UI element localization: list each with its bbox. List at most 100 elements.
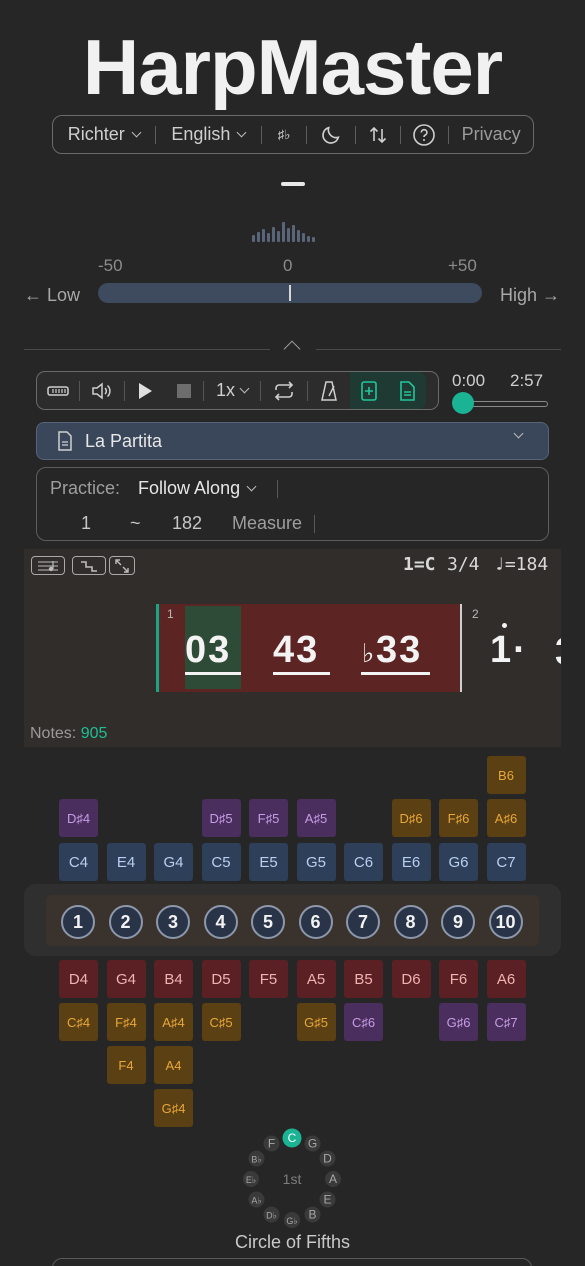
draw-bend-key[interactable]: C♯7 xyxy=(486,1003,526,1041)
draw-note-key[interactable]: D6 xyxy=(391,960,431,998)
privacy-link[interactable]: Privacy xyxy=(449,116,533,153)
current-time: 0:00 xyxy=(452,371,486,390)
draw-note-key[interactable]: B5 xyxy=(344,960,383,998)
language-label: English xyxy=(171,124,231,144)
repeat-icon xyxy=(274,380,294,401)
range-from-input[interactable]: 1 xyxy=(81,513,91,534)
cof-key[interactable]: A xyxy=(329,1172,337,1186)
harmonica-view-button[interactable] xyxy=(37,372,79,409)
blow-note-key[interactable]: C7 xyxy=(486,843,526,881)
draw-note-key[interactable]: A5 xyxy=(296,960,336,998)
blow-bend-key[interactable]: F♯6 xyxy=(439,799,478,837)
cof-key[interactable]: F xyxy=(268,1136,275,1150)
notes-file-button[interactable] xyxy=(388,372,426,409)
draw-note-key[interactable]: A6 xyxy=(486,960,526,998)
blow-note-key[interactable]: G6 xyxy=(439,843,478,881)
volume-button[interactable] xyxy=(80,372,124,409)
hole-button[interactable]: 7 xyxy=(346,905,380,939)
notation-toggle-button[interactable] xyxy=(31,556,65,575)
fullscreen-button[interactable] xyxy=(109,556,135,575)
blow-note-key[interactable]: E6 xyxy=(391,843,431,881)
add-score-button[interactable] xyxy=(350,372,388,409)
draw-bend-key[interactable]: F4 xyxy=(106,1046,146,1084)
draw-bend-key[interactable]: A4 xyxy=(154,1046,193,1084)
cof-key[interactable]: D xyxy=(323,1152,332,1166)
range-to-input[interactable]: 182 xyxy=(172,513,202,534)
hole-button[interactable]: 8 xyxy=(393,905,428,939)
stop-button[interactable] xyxy=(165,372,203,409)
chevron-down-icon xyxy=(236,127,247,137)
song-select[interactable]: La Partita xyxy=(36,422,549,460)
total-time: 2:57 xyxy=(510,371,544,390)
draw-note-key[interactable]: F6 xyxy=(439,960,478,998)
language-select[interactable]: English xyxy=(156,116,262,153)
sharp-flat-icon: ♯♭ xyxy=(277,126,291,142)
blow-bend-key[interactable]: A♯5 xyxy=(296,799,336,837)
draw-bend-key[interactable]: C♯6 xyxy=(344,1003,383,1041)
cof-key[interactable]: G xyxy=(308,1136,317,1150)
practice-mode-select[interactable]: Follow Along xyxy=(138,478,257,499)
step-view-button[interactable] xyxy=(72,556,106,575)
metronome-button[interactable] xyxy=(308,372,350,409)
hole-button[interactable]: 2 xyxy=(108,905,143,939)
cof-key[interactable]: C xyxy=(288,1131,297,1145)
blow-bend-key[interactable]: D♯4 xyxy=(59,799,98,837)
score-note[interactable]: 03 xyxy=(185,629,231,672)
draw-note-key[interactable]: D5 xyxy=(201,960,241,998)
cof-key[interactable]: E♭ xyxy=(246,1175,256,1185)
hole-button[interactable]: 10 xyxy=(488,905,523,939)
cof-key[interactable]: G♭ xyxy=(286,1216,297,1226)
draw-note-key[interactable]: D4 xyxy=(59,960,98,998)
cof-key[interactable]: B♭ xyxy=(251,1155,261,1165)
accidental-toggle-button[interactable]: ♯♭ xyxy=(262,116,306,153)
help-button[interactable] xyxy=(401,116,449,153)
blow-bend-key[interactable]: D♯5 xyxy=(201,799,241,837)
score-note[interactable]: 43 xyxy=(273,629,319,672)
blow-note-key[interactable]: C5 xyxy=(201,843,241,881)
hole-button[interactable]: 1 xyxy=(61,905,95,939)
hole-button[interactable]: 6 xyxy=(298,905,333,939)
next-note[interactable]: 1· xyxy=(490,629,528,672)
blow-note-key[interactable]: G4 xyxy=(154,843,193,881)
tuner-low-label: ← Low xyxy=(24,285,81,305)
draw-note-key[interactable]: G4 xyxy=(106,960,146,998)
blow-bend-key[interactable]: A♯6 xyxy=(486,799,526,837)
circle-of-fifths[interactable]: 1st C GDAEB G♭ D♭ A♭ E♭ B♭ F xyxy=(242,1126,342,1230)
blow-note-key[interactable]: E4 xyxy=(106,843,146,881)
hole-button[interactable]: 3 xyxy=(156,905,190,939)
chevron-up-icon[interactable] xyxy=(283,340,301,358)
blow-note-key[interactable]: C6 xyxy=(344,843,383,881)
draw-bend-key[interactable]: G♯4 xyxy=(154,1089,193,1127)
cof-key[interactable]: E xyxy=(323,1193,331,1207)
play-button[interactable] xyxy=(125,372,165,409)
draw-bend-key[interactable]: C♯4 xyxy=(59,1003,98,1041)
notes-count-label: Notes: xyxy=(30,725,81,742)
score-note[interactable]: 33 xyxy=(376,629,422,672)
blow-note-key[interactable]: C4 xyxy=(59,843,98,881)
hole-button[interactable]: 9 xyxy=(441,905,475,939)
blow-bend-key[interactable]: B6 xyxy=(486,756,526,794)
draw-bend-key[interactable]: A♯4 xyxy=(154,1003,193,1041)
blow-bend-key[interactable]: D♯6 xyxy=(391,799,431,837)
hole-button[interactable]: 4 xyxy=(203,905,238,939)
blow-bend-key[interactable]: F♯5 xyxy=(249,799,288,837)
hole-button[interactable]: 5 xyxy=(251,905,285,939)
seek-knob[interactable] xyxy=(452,392,474,414)
blow-note-key[interactable]: E5 xyxy=(249,843,288,881)
cof-key[interactable]: B xyxy=(308,1208,316,1222)
loop-button[interactable] xyxy=(261,372,307,409)
speed-label: 1x xyxy=(215,380,235,400)
draw-bend-key[interactable]: C♯5 xyxy=(201,1003,241,1041)
speed-select[interactable]: 1x xyxy=(204,372,260,409)
draw-note-key[interactable]: B4 xyxy=(154,960,193,998)
tuning-select[interactable]: Richter xyxy=(53,116,155,153)
draw-bend-key[interactable]: F♯4 xyxy=(106,1003,146,1041)
draw-bend-key[interactable]: G♯5 xyxy=(296,1003,336,1041)
cof-key[interactable]: A♭ xyxy=(251,1196,261,1206)
draw-note-key[interactable]: F5 xyxy=(249,960,288,998)
cof-key[interactable]: D♭ xyxy=(266,1211,277,1221)
swap-direction-button[interactable] xyxy=(356,116,400,153)
theme-toggle-button[interactable] xyxy=(307,116,355,153)
blow-note-key[interactable]: G5 xyxy=(296,843,336,881)
draw-bend-key[interactable]: G♯6 xyxy=(439,1003,478,1041)
